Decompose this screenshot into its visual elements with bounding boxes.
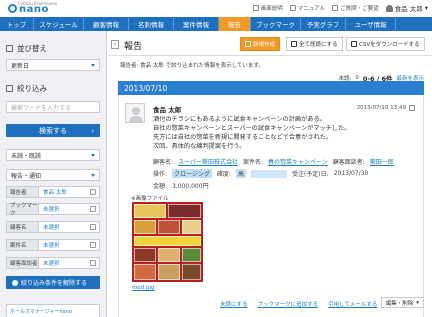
mark-all-read-button[interactable]: 全て既読にする <box>286 37 343 51</box>
chevron-down-icon: ▾ <box>416 299 419 306</box>
tab-user-info[interactable]: ユーザ情報 <box>346 17 396 31</box>
filter-reporter[interactable]: 報告者 食品 太郎 <box>6 186 100 198</box>
meta-row-3: 金額: 3,000,000円 <box>153 183 209 190</box>
tab-customers[interactable]: 顧客情報 <box>84 17 129 31</box>
chevron-left-icon: ‹ <box>113 41 117 48</box>
feedback-link[interactable]: ご質問・ご要望 <box>332 4 379 12</box>
edit-icon[interactable] <box>409 105 415 111</box>
manual-icon <box>289 5 296 11</box>
image-label: ※画像ファイル <box>131 196 169 202</box>
sidebar: 並び替え 更新日 絞り込み 検索ワードを入力する 検索する › 未読・既読 報告・… <box>0 31 107 317</box>
filter-heading: 絞り込み <box>6 83 47 94</box>
order-date: 2013/07/30 <box>333 170 369 177</box>
user-menu[interactable]: 食品 太郎 ▾ <box>385 3 428 13</box>
report-time: 2013/07/10 13:49 <box>357 105 415 111</box>
keyword-input[interactable]: 検索ワードを入力する <box>6 101 100 113</box>
chevron-down-icon: ▾ <box>424 4 428 12</box>
filter-icon <box>6 85 13 92</box>
quote-mail-link[interactable]: 引用してメールする <box>328 300 377 308</box>
sort-heading: 並び替え <box>6 43 47 54</box>
clear-filters-button[interactable]: 絞り込み条件を解除する <box>6 276 100 289</box>
edit-delete-button[interactable]: 編集・削除 ▾ <box>380 297 424 308</box>
page-title: 報告 <box>124 42 143 52</box>
tab-schedule[interactable]: スケジュール <box>34 17 84 31</box>
sort-icon <box>6 45 13 52</box>
project-link[interactable]: 春の惣菜キャンペーン <box>268 157 328 166</box>
report-actions: 未読にする ブックマークに追加する 引用してメールする <box>220 300 377 308</box>
select-icon[interactable] <box>90 224 96 230</box>
logo-name: nano <box>19 4 49 15</box>
filter-contact[interactable]: 顧客面談者 未選択 <box>6 257 100 269</box>
stage-value: クロージング <box>172 169 212 178</box>
chevron-down-icon <box>91 64 95 67</box>
meta-row-2: 操作: クロージング 確度: 高 受注(予定)日: 2013/07/30 <box>153 169 369 178</box>
select-icon[interactable] <box>90 242 96 248</box>
customer-link[interactable]: スーパー築田株式会社 <box>178 157 238 166</box>
top-bar: Cybozu Brandname nano 画面説明 マニュアル ご質問・ご要望… <box>0 0 432 17</box>
amount: 3,000,000円 <box>172 183 209 190</box>
help-icon <box>252 5 259 11</box>
report-author[interactable]: 食品 太郎 <box>153 104 181 114</box>
avatar <box>125 103 145 123</box>
select-icon[interactable] <box>90 206 96 212</box>
chevron-down-icon <box>91 154 95 157</box>
main-content: ‹ 報告 新規作成 全て既読にする CSVをダウンロードする 報告者: 食品 太… <box>108 31 432 317</box>
download-icon <box>351 41 357 47</box>
main-nav: トップ スケジュール 顧客情報 名刺情報 案件情報 報告 ブックマーク 予実グラ… <box>0 17 432 31</box>
search-button[interactable]: 検索する › <box>6 124 100 137</box>
csv-download-button[interactable]: CSVをダウンロードする <box>346 37 425 51</box>
filter-info-text: 報告者: 食品 太郎 で絞り込まれた情報を表示しています。 <box>120 63 264 69</box>
mark-unread-link[interactable]: 未読にする <box>220 300 248 308</box>
collapse-sidebar-button[interactable]: ‹ <box>111 40 119 49</box>
tab-business-cards[interactable]: 名刺情報 <box>129 17 174 31</box>
sort-select[interactable]: 更新日 <box>6 59 100 71</box>
tab-projects[interactable]: 案件情報 <box>174 17 219 31</box>
top-links: 画面説明 マニュアル ご質問・ご要望 食品 太郎 ▾ <box>252 3 428 13</box>
plus-icon <box>245 41 251 47</box>
read-status-select[interactable]: 未読・既読 <box>6 149 100 161</box>
logo[interactable]: Cybozu Brandname nano <box>6 1 76 17</box>
logo-mark-icon <box>8 4 17 13</box>
filter-customer[interactable]: 顧客名 未選択 <box>6 221 100 233</box>
app-box[interactable]: ホールスマナージャーnano <box>6 304 100 317</box>
report-body: 酒付のチラシにもあるように試食キャンペーンの計画がある。 自社の惣菜キャンペーン… <box>153 116 351 150</box>
report-type-select[interactable]: 報告・通知 <box>6 169 100 181</box>
divider <box>108 55 432 56</box>
tab-reports[interactable]: 報告 <box>219 17 251 31</box>
check-icon <box>291 41 297 47</box>
add-bookmark-link[interactable]: ブックマークに追加する <box>258 300 319 308</box>
flyer-image[interactable] <box>132 202 203 282</box>
select-icon[interactable] <box>90 189 96 195</box>
new-report-button[interactable]: 新規作成 <box>240 37 281 51</box>
mail-icon <box>332 5 339 11</box>
clear-icon <box>12 279 18 286</box>
help-screen-link[interactable]: 画面説明 <box>252 4 283 12</box>
meta-row-1: 顧客名: スーパー築田株式会社 案件名: 春の惣菜キャンペーン 顧客面談者: 築… <box>153 157 394 166</box>
manual-link[interactable]: マニュアル <box>289 4 325 12</box>
contact-link[interactable]: 築田一郎 <box>370 157 394 166</box>
filter-bookmark[interactable]: ブックマーク 未選択 <box>6 203 100 217</box>
certainty-bar <box>250 169 287 178</box>
tab-bookmarks[interactable]: ブックマーク <box>251 17 301 31</box>
filter-project[interactable]: 案件名 未選択 <box>6 239 100 251</box>
user-icon <box>385 4 393 12</box>
certainty-value: 高 <box>235 169 246 178</box>
tab-top[interactable]: トップ <box>0 17 34 31</box>
file-link[interactable]: food.jpg <box>132 285 154 291</box>
tab-forecast-graph[interactable]: 予実グラフ <box>301 17 346 31</box>
chevron-down-icon <box>91 174 95 177</box>
chevron-right-icon: › <box>91 126 94 135</box>
date-header: 2013/07/10 <box>118 81 424 95</box>
select-icon[interactable] <box>90 260 96 266</box>
report-card: 食品 太郎 2013/07/10 13:49 酒付のチラシにもあるように試食キャ… <box>118 95 424 317</box>
